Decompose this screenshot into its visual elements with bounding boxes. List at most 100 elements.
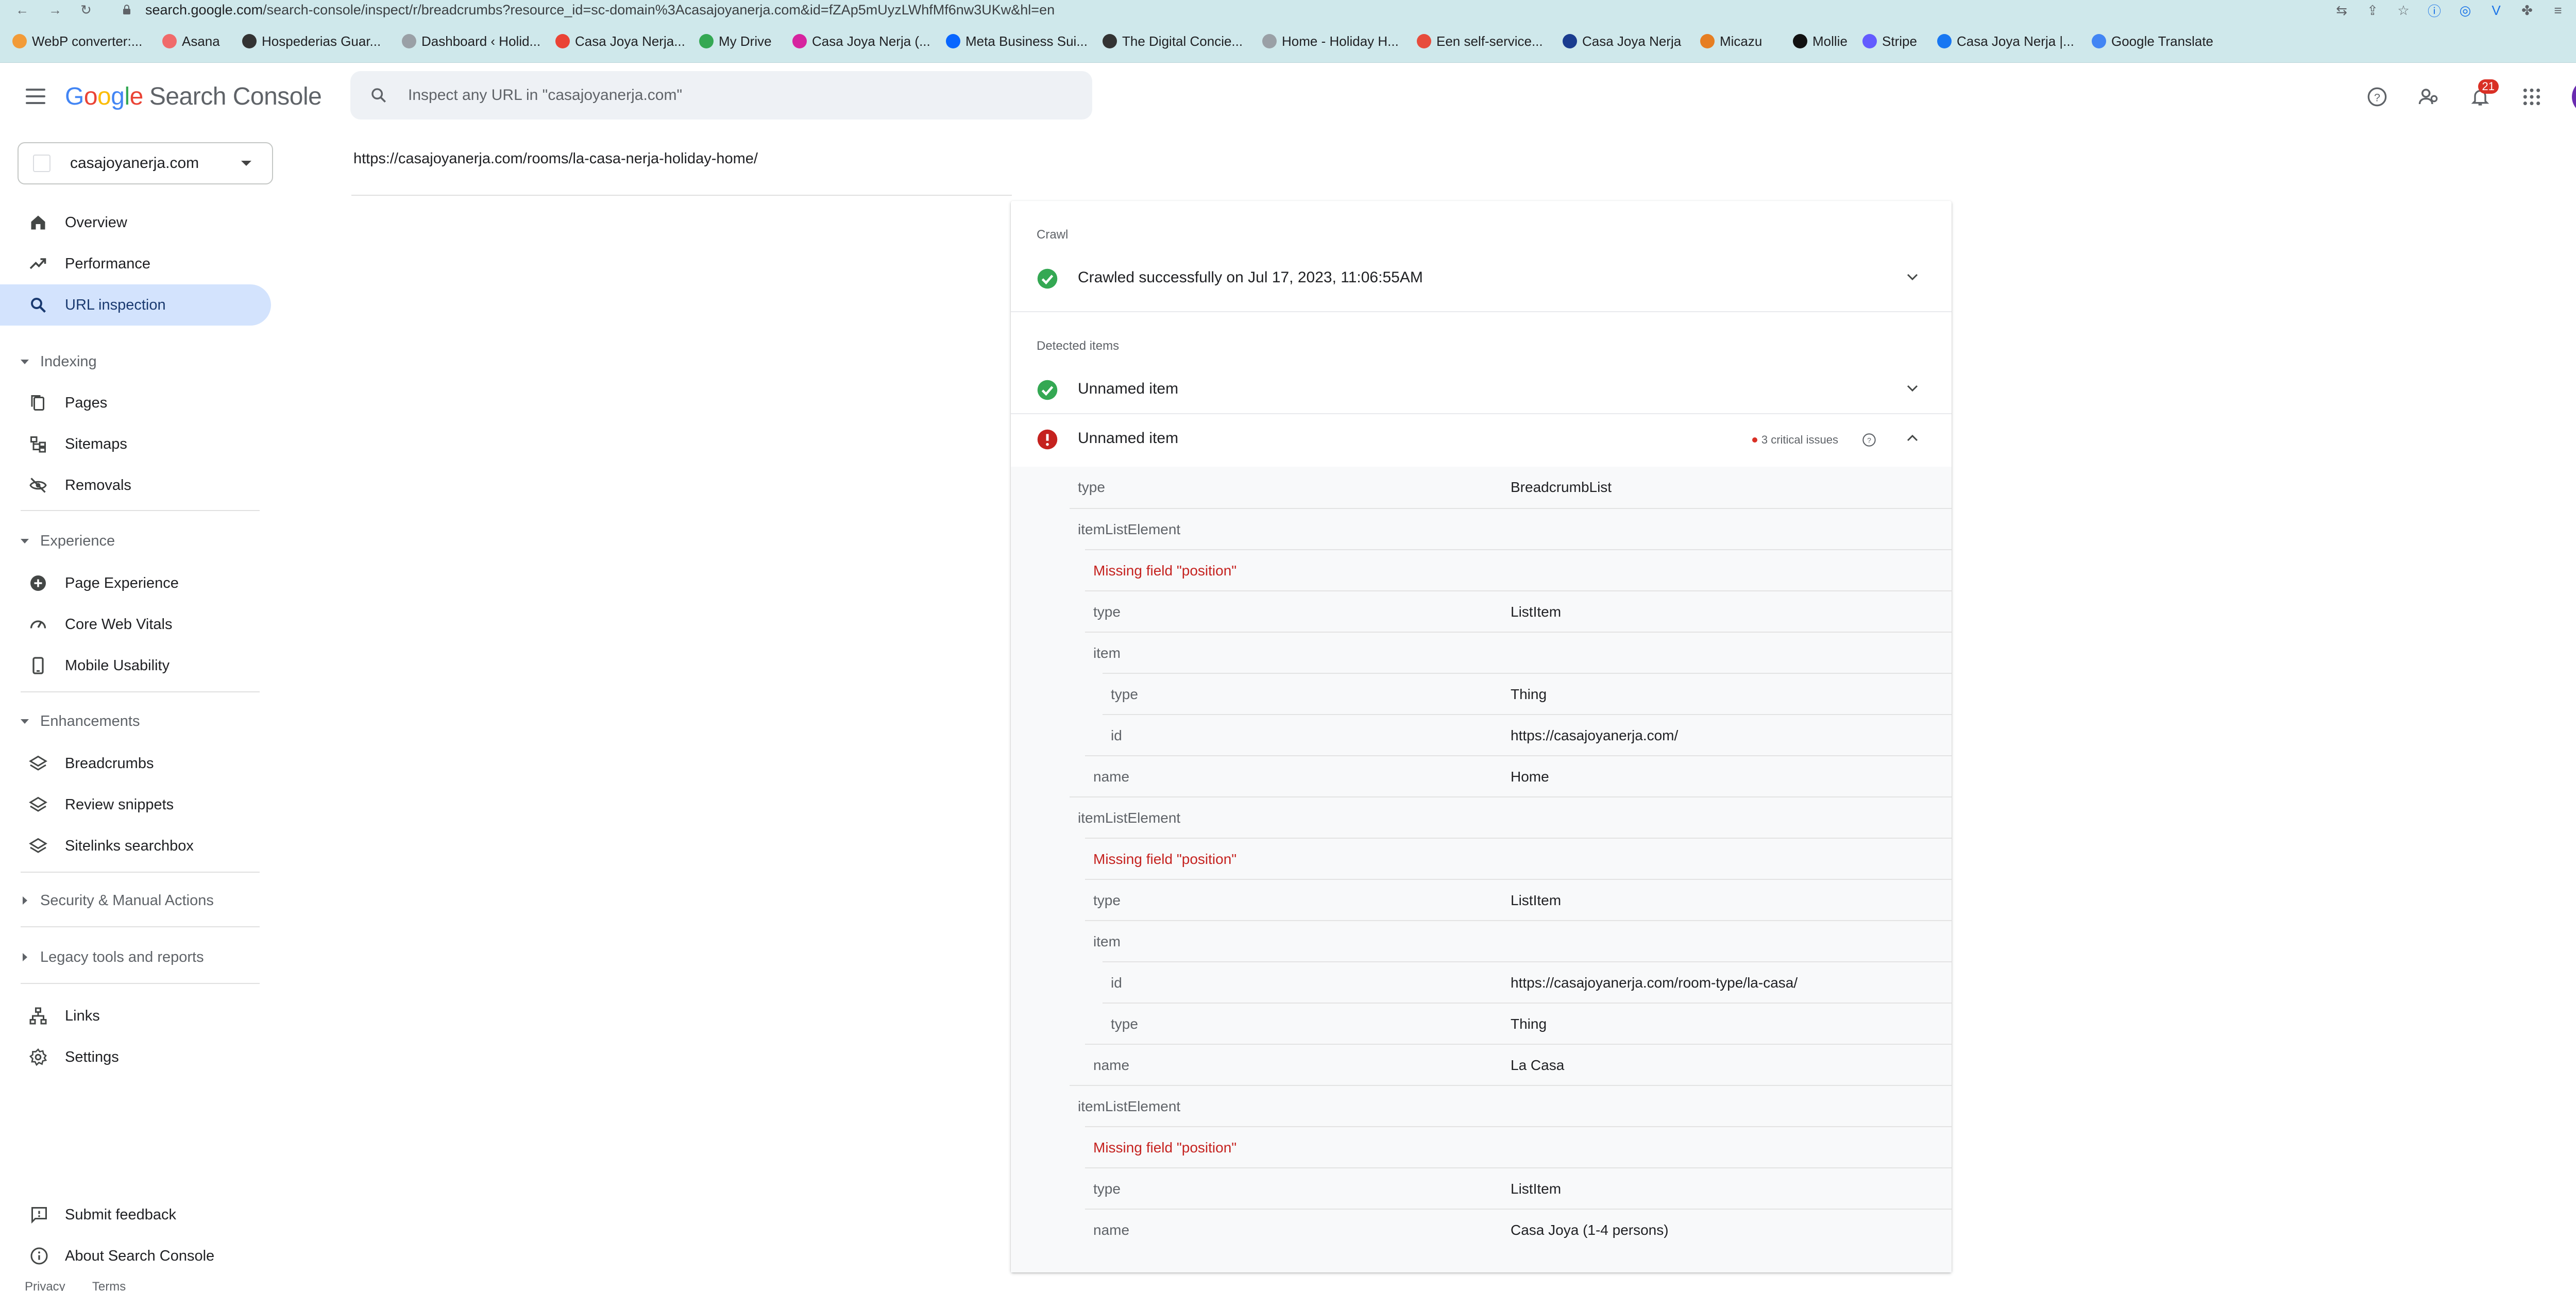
manage-users-icon[interactable] [2417,86,2440,108]
property-row: item [1085,632,1952,673]
detected-items-heading: Detected items [1037,339,1120,353]
bookmark-item[interactable]: My Drive [699,32,772,50]
bookmark-label: Casa Joya Nerja... [575,33,685,49]
extension-v-icon[interactable]: V [2488,3,2504,18]
property-key: name [1093,769,1130,785]
bookmark-label: My Drive [719,33,772,49]
help-icon[interactable]: ? [1862,433,1876,447]
url-text[interactable]: search.google.com/search-console/inspect… [145,2,1055,18]
back-icon[interactable]: ← [15,2,29,18]
reading-list-icon[interactable]: ≡ [2550,3,2566,18]
sidebar-item-settings[interactable]: Settings [0,1037,271,1078]
section-label: Legacy tools and reports [40,949,204,965]
sidebar-item-page-experience[interactable]: Page Experience [0,563,271,604]
sidebar-item-sitelinks-searchbox[interactable]: Sitelinks searchbox [0,825,271,867]
header-actions: ? 21 L [2366,79,2576,114]
sidebar-section-legacy[interactable]: Legacy tools and reports [0,942,271,973]
bookmark-item[interactable]: Micazu [1700,32,1762,50]
property-key: type [1111,686,1138,702]
error-icon [1037,429,1058,450]
trending-up-icon [29,258,46,269]
sidebar: casajoyanerja.com Overview Performance U… [0,130,278,1291]
property-row: type BreadcrumbList [1070,467,1952,508]
reload-icon[interactable]: ↻ [80,2,92,18]
bookmark-favicon-icon [1862,34,1877,48]
search-input[interactable]: Inspect any URL in "casajoyanerja.com" [408,87,682,104]
sidebar-section-experience[interactable]: Experience [0,525,271,556]
sidebar-item-label: URL inspection [65,297,166,313]
bookmark-label: Een self-service... [1436,33,1543,49]
bookmark-item[interactable]: Casa Joya Nerja (... [792,32,930,50]
bookmark-item[interactable]: Mollie [1793,32,1848,50]
chevron-down-icon[interactable] [1906,273,1919,281]
property-row: itemListElement [1070,508,1952,549]
detected-item-row[interactable]: Unnamed item [1011,365,1952,414]
translate-icon[interactable]: ⇆ [2334,3,2349,18]
bookmark-favicon-icon [1793,34,1807,48]
bookmark-item[interactable]: Casa Joya Nerja... [555,32,685,50]
chevron-down-icon[interactable] [1906,384,1919,393]
chevron-down-icon [241,161,251,166]
sidebar-item-overview[interactable]: Overview [0,202,271,243]
bookmark-item[interactable]: Een self-service... [1417,32,1543,50]
sidebar-section-indexing[interactable]: Indexing [0,346,271,377]
sidebar-item-links[interactable]: Links [0,995,271,1037]
sidebar-item-core-web-vitals[interactable]: Core Web Vitals [0,604,271,645]
bookmark-item[interactable]: Casa Joya Nerja |... [1937,32,2074,50]
account-avatar[interactable]: L [2572,79,2576,114]
sidebar-item-pages[interactable]: Pages [0,382,271,423]
sidebar-item-breadcrumbs[interactable]: Breadcrumbs [0,743,271,784]
sidebar-item-sitemaps[interactable]: Sitemaps [0,423,271,465]
about-search-console-link[interactable]: About Search Console [0,1235,271,1277]
search-icon [31,298,46,313]
sidebar-item-mobile-usability[interactable]: Mobile Usability [0,645,271,686]
sidebar-section-security[interactable]: Security & Manual Actions [0,885,271,916]
detected-item-row-error[interactable]: Unnamed item 3 critical issues ? [1011,414,1952,464]
bookmark-item[interactable]: Stripe [1862,32,1917,50]
property-key: name [1093,1057,1130,1073]
sidebar-item-removals[interactable]: Removals [0,465,271,506]
star-icon[interactable]: ☆ [2396,3,2411,18]
apps-grid-icon[interactable] [2520,86,2543,108]
bookmark-label: WebP converter:... [32,33,143,49]
bookmark-item[interactable]: WebP converter:... [12,32,142,50]
property-selector[interactable]: casajoyanerja.com [18,142,273,184]
property-key: type [1111,1016,1138,1032]
bookmark-favicon-icon [946,34,960,48]
terms-link[interactable]: Terms [92,1280,126,1291]
sidebar-item-url-inspection[interactable]: URL inspection [0,284,271,326]
bookmark-favicon-icon [1417,34,1431,48]
bookmark-item[interactable]: Home - Holiday H... [1262,32,1399,50]
puzzle-icon[interactable]: ✤ [2519,3,2535,18]
crawl-status-row[interactable]: Crawled successfully on Jul 17, 2023, 11… [1011,253,1952,303]
bookmark-item[interactable]: Google Translate [2092,32,2213,50]
sidebar-item-review-snippets[interactable]: Review snippets [0,784,271,825]
extension-circle-icon[interactable]: ◎ [2458,3,2473,18]
bookmark-item[interactable]: Casa Joya Nerja [1563,32,1681,50]
forward-icon[interactable]: → [48,2,62,18]
bookmark-item[interactable]: The Digital Concie... [1103,32,1243,50]
help-icon[interactable]: ? [2366,86,2388,108]
sidebar-item-label: Sitelinks searchbox [65,838,194,854]
bookmark-item[interactable]: Asana [162,32,220,50]
bookmark-item[interactable]: Hospederias Guar... [242,32,381,50]
chevron-up-icon[interactable] [1906,434,1919,442]
url-host: search.google.com [145,2,263,18]
bookmark-item[interactable]: Dashboard ‹ Holid... [402,32,540,50]
privacy-link[interactable]: Privacy [25,1280,65,1291]
bookmark-item[interactable]: Meta Business Sui... [946,32,1088,50]
bookmark-label: Mollie [1812,33,1848,49]
extension-1password-icon[interactable]: ⓘ [2427,3,2442,19]
notifications-icon[interactable]: 21 [2469,79,2499,108]
links-icon [29,1007,47,1025]
menu-icon[interactable] [26,89,45,104]
property-key: itemListElement [1078,521,1181,537]
search-console-logo[interactable]: Google Search Console [65,82,322,111]
sidebar-item-performance[interactable]: Performance [0,243,271,284]
structured-data-details: type BreadcrumbList itemListElement Missing… [1011,467,1952,1272]
url-inspect-search[interactable]: Inspect any URL in "casajoyanerja.com" [350,71,1092,120]
sidebar-item-label: Overview [65,214,127,231]
sidebar-section-enhancements[interactable]: Enhancements [0,706,271,737]
share-icon[interactable]: ⇪ [2365,3,2380,18]
submit-feedback-button[interactable]: Submit feedback [0,1194,271,1235]
